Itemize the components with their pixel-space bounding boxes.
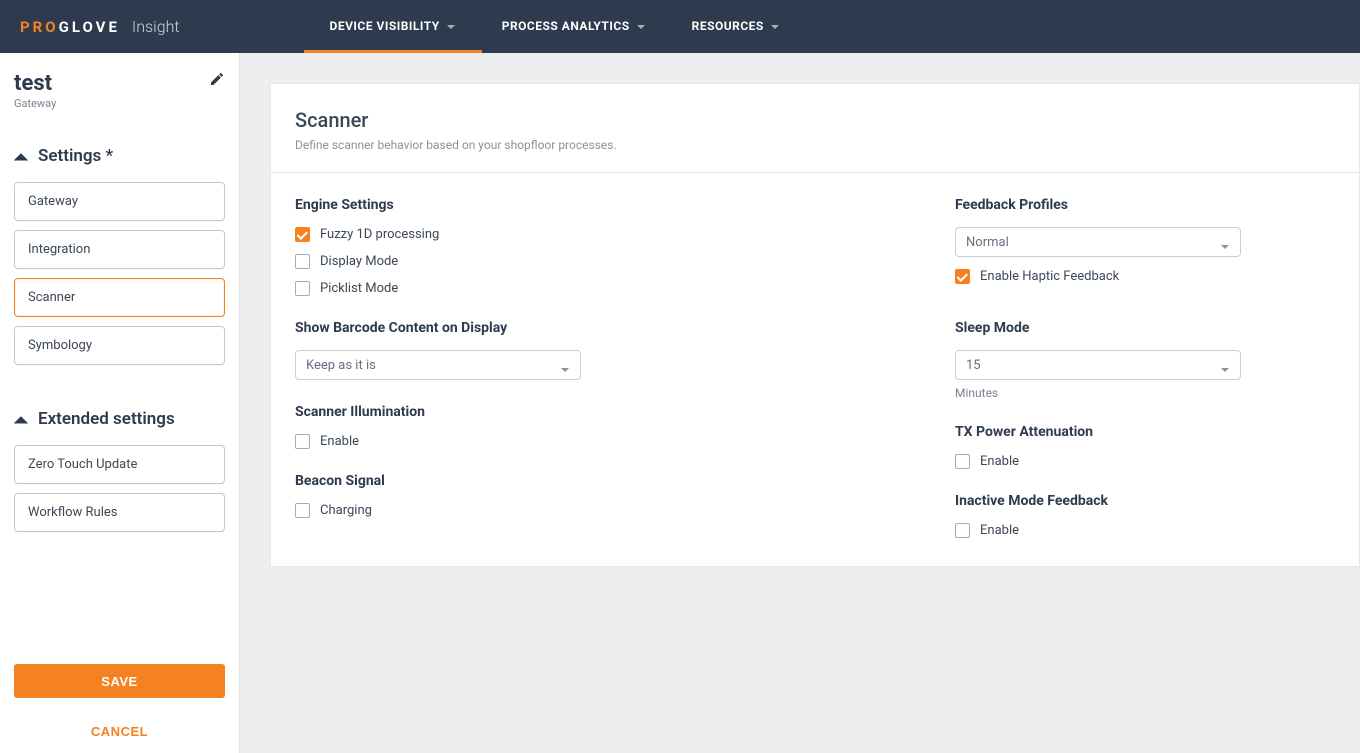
feedback-title: Feedback Profiles: [955, 197, 1335, 213]
sidebar-title: test: [14, 71, 56, 96]
save-button[interactable]: SAVE: [14, 664, 225, 698]
txpower-title: TX Power Attenuation: [955, 424, 1335, 440]
select-value: Keep as it is: [306, 358, 376, 373]
checkbox-display-mode[interactable]: Display Mode: [295, 254, 915, 269]
chevron-down-icon: [560, 360, 570, 370]
sidebar-item-symbology[interactable]: Symbology: [14, 326, 225, 365]
checkbox-label: Fuzzy 1D processing: [320, 227, 439, 242]
chevron-down-icon: [446, 21, 456, 31]
checkbox-icon: [955, 269, 970, 284]
checkbox-icon: [295, 503, 310, 518]
checkbox-icon: [955, 454, 970, 469]
nav-label: PROCESS ANALYTICS: [502, 19, 630, 33]
checkbox-haptic-feedback[interactable]: Enable Haptic Feedback: [955, 269, 1335, 284]
edit-icon[interactable]: [209, 71, 225, 87]
main: Scanner Define scanner behavior based on…: [240, 53, 1360, 753]
checkbox-illumination-enable[interactable]: Enable: [295, 434, 915, 449]
checkbox-icon: [955, 523, 970, 538]
feedback-profile-select[interactable]: Normal: [955, 227, 1241, 257]
section-extended-label: Extended settings: [38, 409, 175, 429]
chevron-down-icon: [770, 21, 780, 31]
checkbox-label: Picklist Mode: [320, 281, 398, 296]
nav-label: DEVICE VISIBILITY: [330, 19, 440, 33]
engine-settings-title: Engine Settings: [295, 197, 915, 213]
nav-process-analytics[interactable]: PROCESS ANALYTICS: [502, 0, 646, 53]
sidebar-item-scanner[interactable]: Scanner: [14, 278, 225, 317]
sidebar-item-workflow[interactable]: Workflow Rules: [14, 493, 225, 532]
checkbox-label: Charging: [320, 503, 372, 518]
logo-glove: GLOVE: [59, 18, 120, 36]
checkbox-label: Enable Haptic Feedback: [980, 269, 1119, 284]
scanner-panel: Scanner Define scanner behavior based on…: [270, 83, 1360, 567]
checkbox-icon: [295, 281, 310, 296]
checkbox-fuzzy-1d[interactable]: Fuzzy 1D processing: [295, 227, 915, 242]
sleep-title: Sleep Mode: [955, 320, 1335, 336]
barcode-display-select[interactable]: Keep as it is: [295, 350, 581, 380]
top-nav: DEVICE VISIBILITY PROCESS ANALYTICS RESO…: [330, 0, 780, 53]
illumination-title: Scanner Illumination: [295, 404, 915, 420]
sidebar-item-zerotouch[interactable]: Zero Touch Update: [14, 445, 225, 484]
logo-product: Insight: [132, 17, 180, 36]
section-extended-toggle[interactable]: Extended settings: [14, 409, 225, 429]
sidebar-item-integration[interactable]: Integration: [14, 230, 225, 269]
checkbox-icon: [295, 434, 310, 449]
section-settings-toggle[interactable]: Settings *: [14, 146, 225, 166]
checkbox-beacon-charging[interactable]: Charging: [295, 503, 915, 518]
sidebar-item-gateway[interactable]: Gateway: [14, 182, 225, 221]
cancel-button[interactable]: CANCEL: [91, 724, 148, 739]
sleep-unit: Minutes: [955, 386, 1335, 400]
logo-pro: PRO: [20, 18, 59, 36]
sleep-mode-select[interactable]: 15: [955, 350, 1241, 380]
chevron-up-icon: [14, 149, 28, 163]
sidebar: test Gateway Settings * Gateway Integrat…: [0, 53, 240, 753]
checkbox-label: Enable: [980, 454, 1019, 469]
nav-device-visibility[interactable]: DEVICE VISIBILITY: [330, 0, 456, 53]
checkbox-picklist-mode[interactable]: Picklist Mode: [295, 281, 915, 296]
checkbox-inactive-enable[interactable]: Enable: [955, 523, 1335, 538]
topbar: PROGLOVE Insight DEVICE VISIBILITY PROCE…: [0, 0, 1360, 53]
section-settings-label: Settings *: [38, 146, 113, 166]
checkbox-icon: [295, 254, 310, 269]
beacon-title: Beacon Signal: [295, 473, 915, 489]
checkbox-icon: [295, 227, 310, 242]
barcode-display-title: Show Barcode Content on Display: [295, 320, 915, 336]
panel-title: Scanner: [295, 108, 1335, 132]
panel-desc: Define scanner behavior based on your sh…: [295, 138, 1335, 152]
sidebar-subtitle: Gateway: [14, 97, 56, 110]
inactive-title: Inactive Mode Feedback: [955, 493, 1335, 509]
chevron-up-icon: [14, 412, 28, 426]
nav-resources[interactable]: RESOURCES: [692, 0, 780, 53]
nav-label: RESOURCES: [692, 19, 764, 33]
select-value: 15: [966, 358, 981, 373]
logo: PROGLOVE Insight: [20, 17, 180, 36]
chevron-down-icon: [636, 21, 646, 31]
checkbox-label: Enable: [320, 434, 359, 449]
checkbox-label: Display Mode: [320, 254, 398, 269]
checkbox-txpower-enable[interactable]: Enable: [955, 454, 1335, 469]
chevron-down-icon: [1220, 360, 1230, 370]
checkbox-label: Enable: [980, 523, 1019, 538]
select-value: Normal: [966, 235, 1009, 250]
chevron-down-icon: [1220, 237, 1230, 247]
